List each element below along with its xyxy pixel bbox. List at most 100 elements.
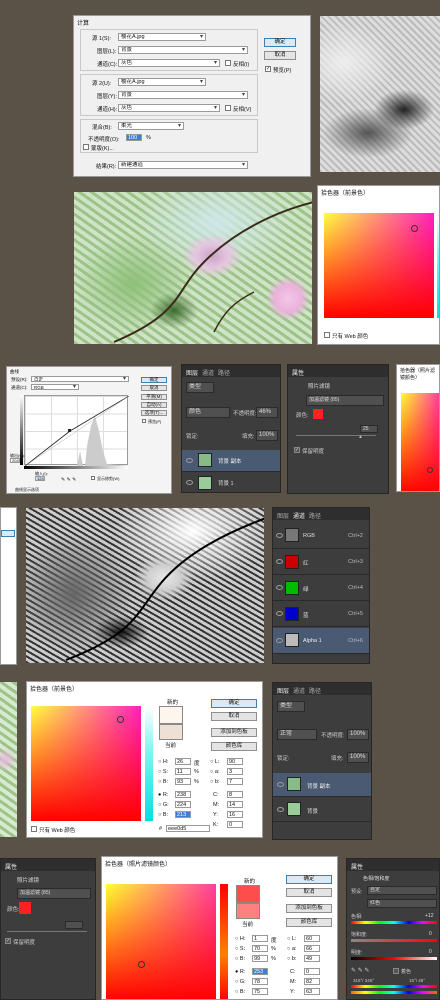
mask-checkbox[interactable] [83, 144, 89, 150]
picker3-add-swatch-button[interactable]: 添加到色板 [286, 904, 332, 913]
opacity-input[interactable]: 100 [126, 134, 142, 141]
curves-cancel-button[interactable]: 取消 [141, 385, 167, 391]
b-input[interactable]: 49 [304, 955, 320, 962]
b-label[interactable]: ○ b: [210, 779, 219, 785]
C-input[interactable]: 8 [227, 791, 243, 798]
visibility-eye-icon[interactable] [276, 559, 283, 564]
a-input[interactable]: 66 [304, 945, 320, 952]
G-input[interactable]: 224 [175, 801, 191, 808]
tab-paths[interactable]: 路径 [218, 368, 230, 377]
blend-select[interactable]: 柔光 [118, 122, 184, 130]
G-input[interactable]: 78 [252, 978, 268, 985]
layer2-select[interactable]: 背景 [118, 91, 248, 99]
L-input[interactable]: 60 [304, 935, 320, 942]
filter-select[interactable]: 加温滤镜 (85) [17, 888, 91, 899]
preset-select[interactable]: 自定 [367, 886, 437, 895]
blend-mode-select[interactable]: 颜色 [186, 407, 230, 418]
range-select[interactable]: 红色 [367, 899, 437, 908]
S-input[interactable]: 11 [175, 768, 191, 775]
curves-preview-checkbox[interactable] [142, 419, 146, 423]
G-label[interactable]: ○ G: [235, 979, 246, 985]
L-label[interactable]: ○ L: [287, 936, 296, 942]
tab-channels[interactable]: 通道 [202, 368, 214, 377]
tab-properties[interactable]: 属性 [292, 368, 304, 377]
channel2-select[interactable]: 灰色 [118, 104, 220, 112]
density-field[interactable]: 25 [360, 425, 378, 433]
color-field[interactable] [401, 393, 439, 491]
channel-select[interactable]: RGB [31, 384, 79, 390]
hue-range-bar[interactable] [351, 985, 437, 988]
a-label[interactable]: ○ a: [210, 769, 219, 775]
b-input[interactable]: 7 [227, 778, 243, 785]
light-value[interactable]: 0 [429, 949, 432, 955]
preview-checkbox[interactable]: ✓ [265, 66, 271, 72]
a-input[interactable]: 3 [227, 768, 243, 775]
curve-display-label[interactable]: 曲线显示选项 [15, 487, 39, 493]
Bv-label[interactable]: ○ B: [158, 812, 168, 818]
Y-input[interactable]: 63 [304, 988, 320, 995]
Bv-label[interactable]: ○ B: [235, 989, 245, 995]
result-select[interactable]: 新建通道 [118, 161, 248, 169]
picker3-libraries-button[interactable]: 颜色库 [286, 918, 332, 927]
channel-row-green[interactable]: 绿 Ctrl+4 [273, 576, 369, 601]
channel1-select[interactable]: 灰色 [118, 59, 220, 67]
kind-filter[interactable]: 类型 [186, 382, 214, 393]
B-input[interactable]: 99 [252, 955, 268, 962]
tab-channels[interactable]: 通道 [293, 511, 305, 520]
color-swatch[interactable] [19, 902, 31, 914]
B-label[interactable]: ○ B: [235, 956, 245, 962]
hue-slider[interactable] [351, 921, 437, 924]
tab-properties[interactable]: 属性 [5, 862, 17, 871]
eyedropper-icons[interactable]: ✎ ✎ ✎ [61, 477, 76, 483]
channel-row-alpha[interactable]: Alpha 1 Ctrl+6 [273, 628, 369, 654]
G-label[interactable]: ○ G: [158, 802, 169, 808]
tab-paths[interactable]: 路径 [309, 686, 321, 695]
curve-graph[interactable] [24, 395, 129, 466]
curves-auto-button[interactable]: 自动(A) [141, 402, 167, 408]
M-input[interactable]: 82 [304, 978, 320, 985]
hue-slider[interactable] [220, 884, 228, 999]
density-slider[interactable] [7, 931, 87, 932]
picker2-add-swatch-button[interactable]: 添加到色板 [211, 728, 257, 737]
S-label[interactable]: ○ S: [158, 769, 168, 775]
tab-layers[interactable]: 图层 [277, 686, 289, 695]
color-swatch[interactable] [313, 409, 323, 419]
tab-channels[interactable]: 通道 [293, 686, 305, 695]
output-input[interactable]: 204 [10, 458, 20, 463]
C-input[interactable]: 0 [304, 968, 320, 975]
tab-layers[interactable]: 图层 [186, 368, 198, 377]
B-label[interactable]: ○ B: [158, 779, 168, 785]
hue-slider[interactable] [145, 706, 153, 821]
visibility-eye-icon[interactable] [186, 480, 193, 485]
preset-select[interactable]: 自定 [31, 376, 129, 382]
visibility-eye-icon[interactable] [276, 585, 283, 590]
K-input[interactable]: 0 [227, 821, 243, 828]
a-label[interactable]: ○ a: [287, 946, 296, 952]
tab-paths[interactable]: 路径 [309, 511, 321, 520]
color-field[interactable] [106, 884, 216, 999]
filter-select[interactable]: 加温滤镜 (85) [306, 395, 384, 406]
web-only-checkbox[interactable] [324, 332, 330, 338]
visibility-eye-icon[interactable] [277, 807, 284, 812]
preserve-checkbox[interactable]: ✓ [5, 938, 11, 944]
L-input[interactable]: 90 [227, 758, 243, 765]
channel-row-red[interactable]: 红 Ctrl+3 [273, 550, 369, 575]
visibility-eye-icon[interactable] [277, 782, 284, 787]
tab-properties[interactable]: 属性 [351, 862, 363, 871]
hue-range-bar-2[interactable] [351, 991, 437, 994]
show-clipping-checkbox[interactable] [91, 476, 95, 480]
colorize-checkbox[interactable] [393, 968, 399, 974]
hue-value[interactable]: +12 [425, 913, 433, 919]
density-slider[interactable] [296, 435, 376, 436]
H-label[interactable]: ○ H: [235, 936, 245, 942]
R-label[interactable]: ● R: [158, 792, 168, 798]
curves-options-button[interactable]: 选项(T)... [141, 410, 167, 416]
L-label[interactable]: ○ L: [210, 759, 219, 765]
layer-row-copy[interactable]: 背景 副本 [182, 450, 280, 472]
density-field[interactable] [65, 921, 83, 929]
color-field[interactable] [31, 706, 141, 821]
invert2-checkbox[interactable] [225, 105, 231, 111]
layer-row-bg[interactable]: 背景 [273, 798, 371, 822]
picker2-ok-button[interactable]: 确定 [211, 699, 257, 708]
opacity-field[interactable]: 46% [256, 407, 278, 418]
